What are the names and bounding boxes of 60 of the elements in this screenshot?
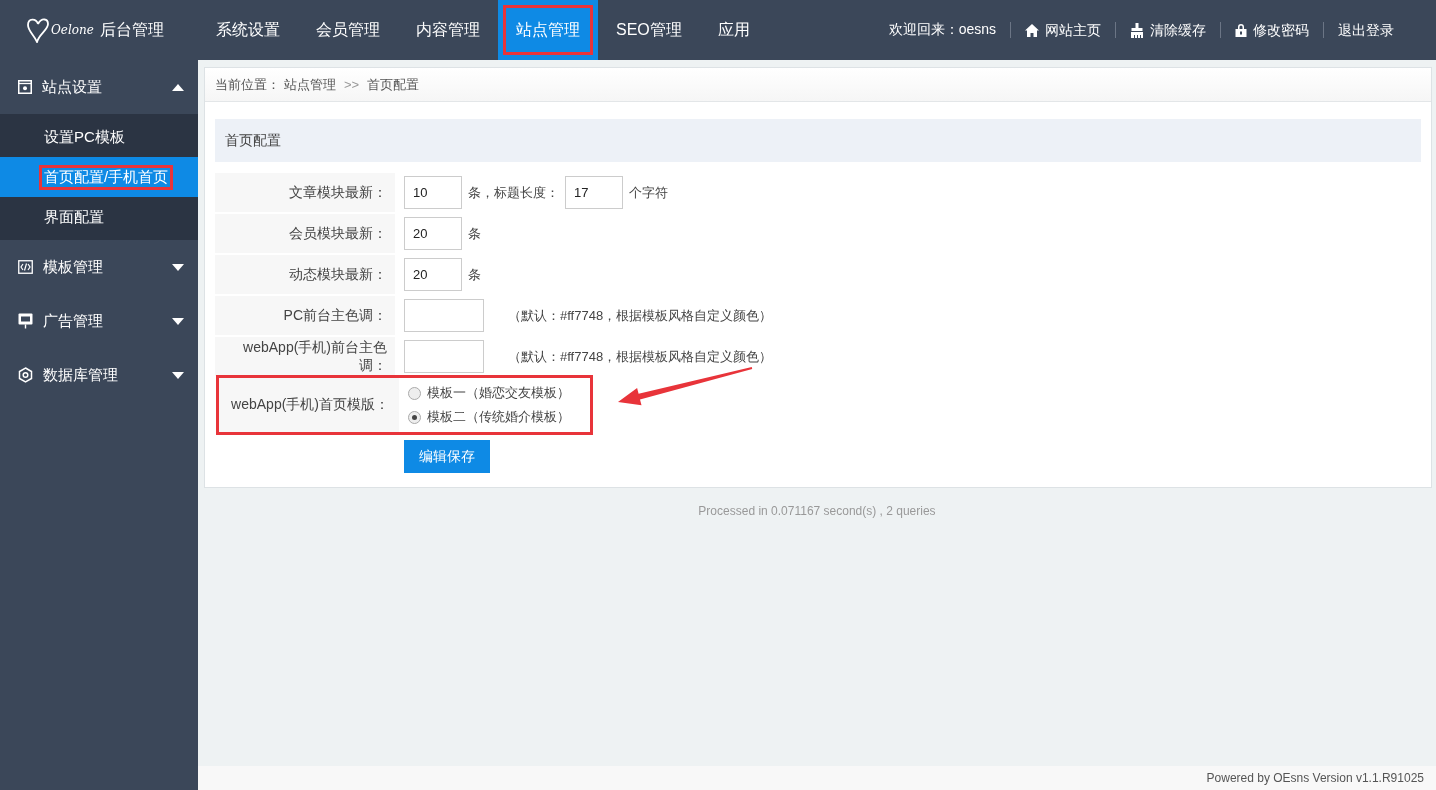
radio-button[interactable] <box>408 386 421 400</box>
caret-down-icon[interactable] <box>172 263 184 271</box>
caret-up-icon[interactable] <box>172 83 184 91</box>
breadcrumb-link[interactable]: 站点管理 <box>284 75 336 94</box>
number-field[interactable]: 20 <box>404 258 462 291</box>
nav-tab[interactable]: 系统设置 <box>198 0 298 60</box>
field-label: PC前台主色调： <box>215 296 395 335</box>
nav-tab[interactable]: SEO管理 <box>598 0 700 60</box>
nav-tab[interactable]: 内容管理 <box>398 0 498 60</box>
caret-down-icon[interactable] <box>172 317 184 325</box>
hint-text: （默认：#ff7748，根据模板风格自定义颜色） <box>508 347 773 366</box>
header-link[interactable]: 网站主页 <box>1045 22 1101 38</box>
stats-text: Processed in 0.071167 second(s) , 2 queries <box>697 504 937 518</box>
welcome-text: 欢迎回来：oesns <box>888 21 997 39</box>
unit-text: 条，标题长度： <box>468 183 559 202</box>
header-link[interactable]: 修改密码 <box>1253 22 1309 38</box>
field-label: 会员模块最新： <box>215 214 395 253</box>
app-title: 后台管理 <box>99 19 164 40</box>
breadcrumb-link[interactable]: 首页配置 <box>367 75 420 94</box>
logo: Oelone <box>26 17 94 43</box>
unit-text: 条 <box>468 265 481 284</box>
lock-icon <box>1235 23 1247 37</box>
radio-button[interactable] <box>408 410 421 424</box>
radio-label[interactable]: 模板二（传统婚介模板） <box>427 408 570 426</box>
caret-down-icon[interactable] <box>172 371 184 379</box>
home-icon <box>1025 23 1039 37</box>
sidebar-group[interactable]: 模板管理 <box>43 257 162 277</box>
color-field[interactable] <box>404 299 484 332</box>
section-title: 首页配置 <box>225 131 281 150</box>
header-link[interactable]: 退出登录 <box>1338 22 1394 38</box>
breadcrumb-separator: >> <box>343 77 361 92</box>
footer-text: Powered by OEsns Version v1.1.R91025 <box>1206 771 1424 785</box>
hexagon-icon <box>18 367 33 383</box>
header-link[interactable]: 清除缓存 <box>1150 22 1206 38</box>
sidebar-group[interactable]: 数据库管理 <box>43 365 162 385</box>
field-label: 文章模块最新： <box>215 173 395 212</box>
breadcrumb-label: 当前位置： <box>215 75 280 94</box>
sidebar-group[interactable]: 广告管理 <box>43 311 162 331</box>
sidebar-item[interactable]: 界面配置 <box>42 207 106 227</box>
field-label: webApp(手机)前台主色调： <box>215 337 395 376</box>
sidebar-item[interactable]: 设置PC模板 <box>42 127 127 147</box>
save-button[interactable]: 编辑保存 <box>404 440 490 473</box>
nav-tab[interactable]: 站点管理 <box>498 0 598 60</box>
nav-tab[interactable]: 应用 <box>699 0 768 60</box>
code-icon <box>18 260 33 274</box>
number-field[interactable]: 20 <box>404 217 462 250</box>
nav-tab[interactable]: 会员管理 <box>298 0 398 60</box>
unit-text: 条 <box>468 224 481 243</box>
number-field[interactable]: 17 <box>565 176 623 209</box>
radio-label[interactable]: 模板一（婚恋交友模板） <box>427 384 570 402</box>
number-field[interactable]: 10 <box>404 176 462 209</box>
ad-board-icon <box>18 313 33 329</box>
broom-icon <box>1130 22 1144 38</box>
unit-text: 个字符 <box>629 183 668 202</box>
window-icon <box>18 80 32 94</box>
field-label: webApp(手机)首页模版： <box>219 378 399 432</box>
field-label: 动态模块最新： <box>215 255 395 294</box>
hint-text: （默认：#ff7748，根据模板风格自定义颜色） <box>508 306 773 325</box>
color-field[interactable] <box>404 340 484 373</box>
sidebar-group[interactable]: 站点设置 <box>42 77 162 97</box>
